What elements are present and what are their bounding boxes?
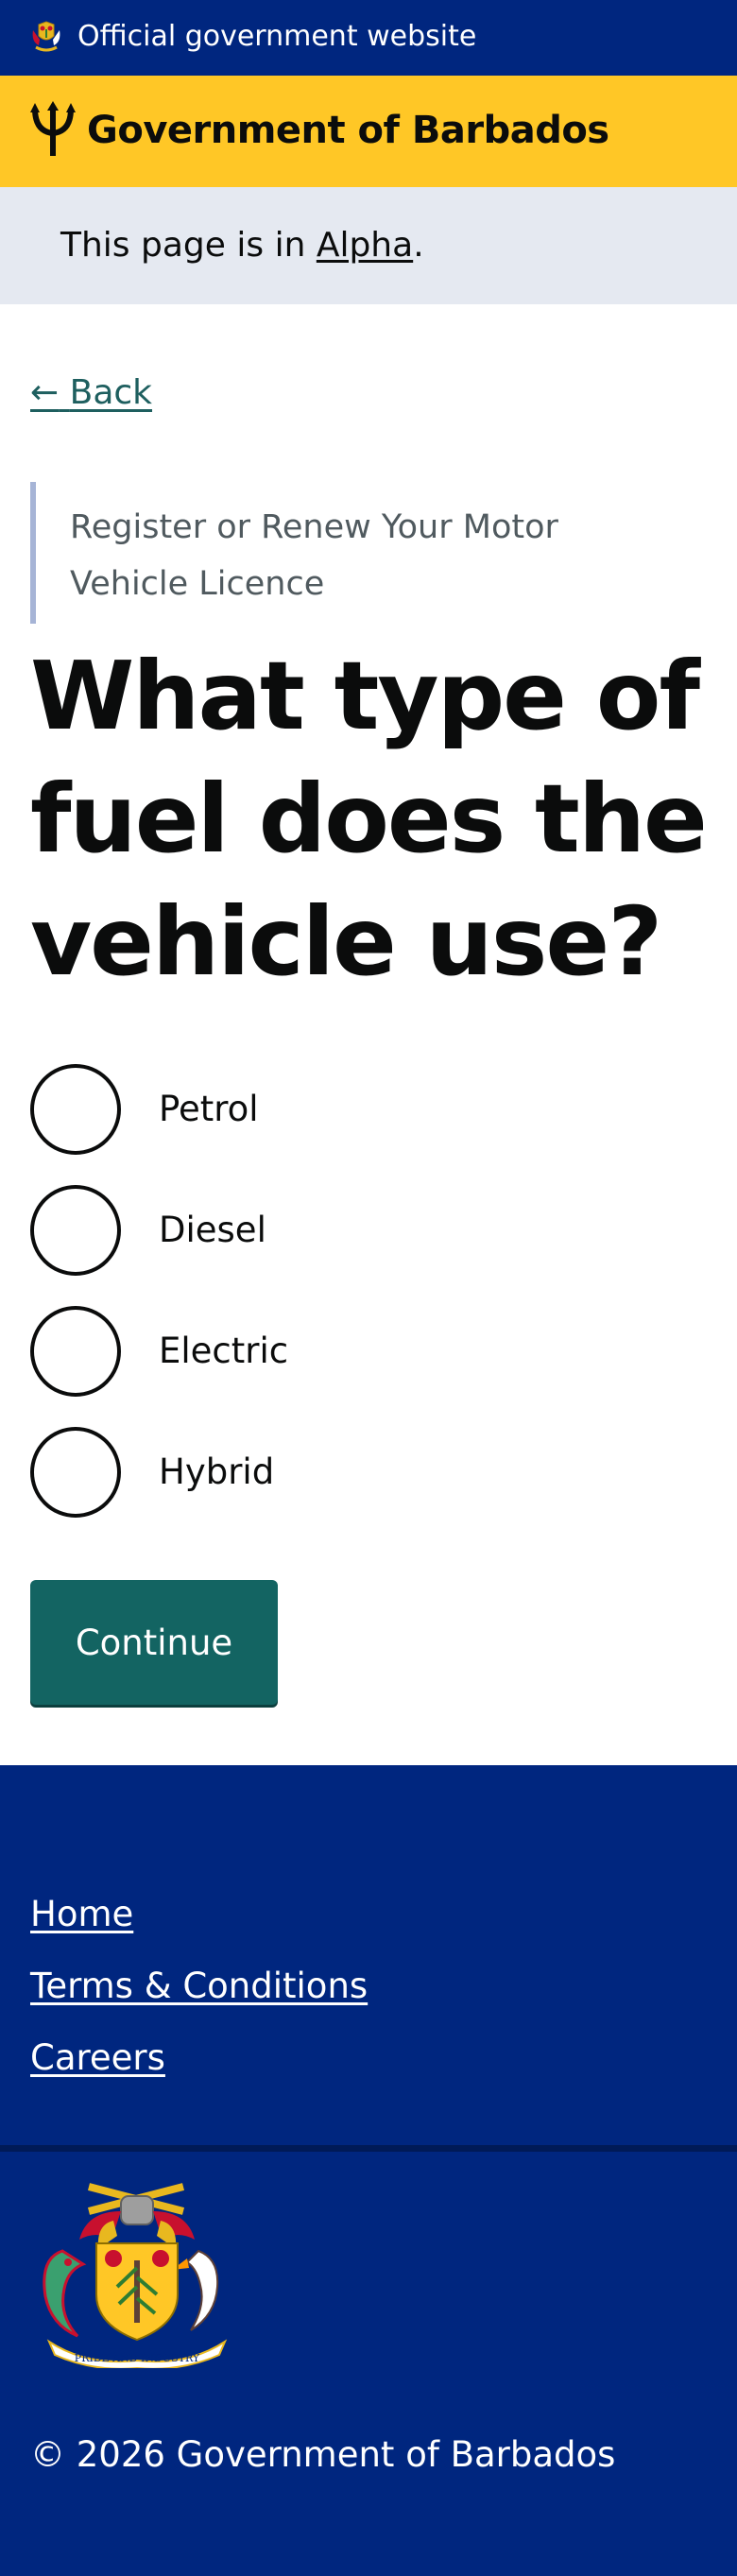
phase-banner: This page is in Alpha. bbox=[0, 187, 737, 304]
crest-motto: PRIDE AND INDUSTRY bbox=[75, 2352, 200, 2364]
footer-link-home[interactable]: Home bbox=[30, 1892, 133, 1937]
trident-icon[interactable] bbox=[28, 101, 77, 158]
question-heading: What type of fuel does the vehicle use? bbox=[30, 641, 708, 997]
phase-banner-text: This page is in Alpha. bbox=[60, 223, 424, 268]
official-banner: Official government website bbox=[0, 0, 737, 76]
phase-suffix: . bbox=[413, 226, 424, 265]
back-link-label: Back bbox=[69, 373, 153, 412]
radio-label[interactable]: Electric bbox=[159, 1329, 288, 1374]
service-caption: Register or Renew Your Motor Vehicle Lic… bbox=[30, 482, 682, 624]
footer-link-careers[interactable]: Careers bbox=[30, 2035, 165, 2081]
back-link[interactable]: ← Back bbox=[30, 370, 152, 416]
official-website-text: Official government website bbox=[77, 20, 477, 53]
phase-prefix: This page is in bbox=[60, 226, 317, 265]
radio-label[interactable]: Diesel bbox=[159, 1208, 266, 1253]
barbados-coat-of-arms-icon: PRIDE AND INDUSTRY bbox=[43, 2183, 228, 2368]
footer-link-terms[interactable]: Terms & Conditions bbox=[30, 1964, 368, 2009]
copyright-text: © 2026 Government of Barbados bbox=[30, 2434, 616, 2475]
radio-label[interactable]: Hybrid bbox=[159, 1450, 274, 1495]
radio-button[interactable] bbox=[30, 1185, 121, 1276]
radio-button[interactable] bbox=[30, 1064, 121, 1155]
radio-button[interactable] bbox=[30, 1427, 121, 1518]
phase-alpha-link[interactable]: Alpha bbox=[317, 226, 413, 265]
radio-option-hybrid[interactable]: Hybrid bbox=[30, 1427, 503, 1518]
site-footer: Home Terms & Conditions Careers PRIDE AN… bbox=[0, 1765, 737, 2576]
service-caption-text: Register or Renew Your Motor Vehicle Lic… bbox=[70, 508, 558, 603]
back-arrow-icon: ← bbox=[30, 373, 60, 412]
radio-button[interactable] bbox=[30, 1306, 121, 1397]
radio-option-electric[interactable]: Electric bbox=[30, 1306, 503, 1397]
site-header: Government of Barbados bbox=[0, 76, 737, 187]
barbados-coat-of-arms-icon bbox=[32, 21, 60, 52]
continue-button[interactable]: Continue bbox=[30, 1580, 278, 1705]
radio-option-petrol[interactable]: Petrol bbox=[30, 1064, 503, 1155]
radio-label[interactable]: Petrol bbox=[159, 1087, 259, 1132]
site-title[interactable]: Government of Barbados bbox=[87, 106, 609, 155]
footer-divider bbox=[0, 2145, 737, 2152]
radio-option-diesel[interactable]: Diesel bbox=[30, 1185, 503, 1276]
